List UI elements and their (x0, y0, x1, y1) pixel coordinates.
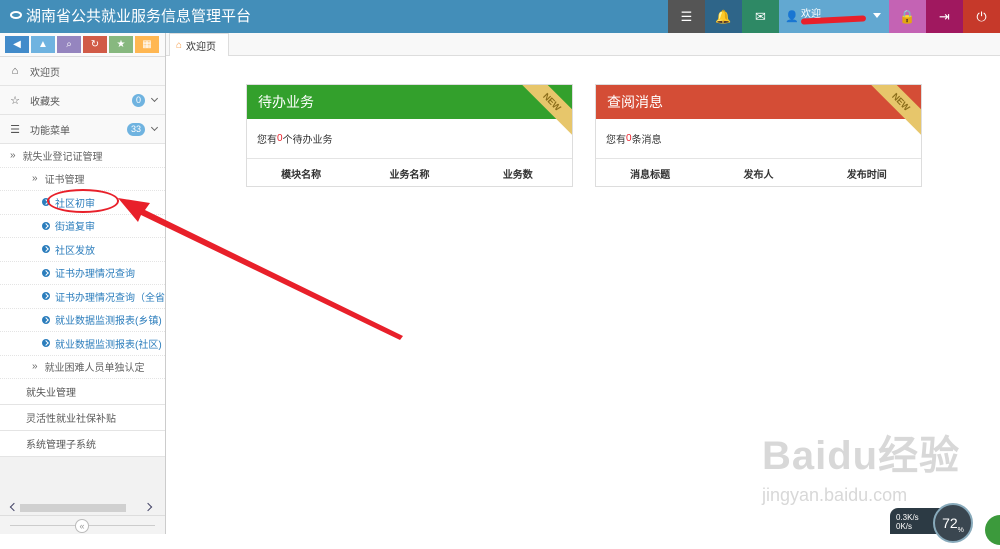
watermark-brand: Baidu经验 (762, 434, 961, 478)
gauge-unit: % (957, 526, 964, 534)
baidu-watermark: Baidu经验 jingyan.baidu.com (762, 423, 960, 506)
gauge-value: 72 (942, 515, 958, 531)
annotation-arrow-shape (118, 198, 403, 340)
watermark-url: jingyan.baidu.com (762, 485, 908, 505)
memory-gauge[interactable]: 72% (933, 503, 973, 543)
